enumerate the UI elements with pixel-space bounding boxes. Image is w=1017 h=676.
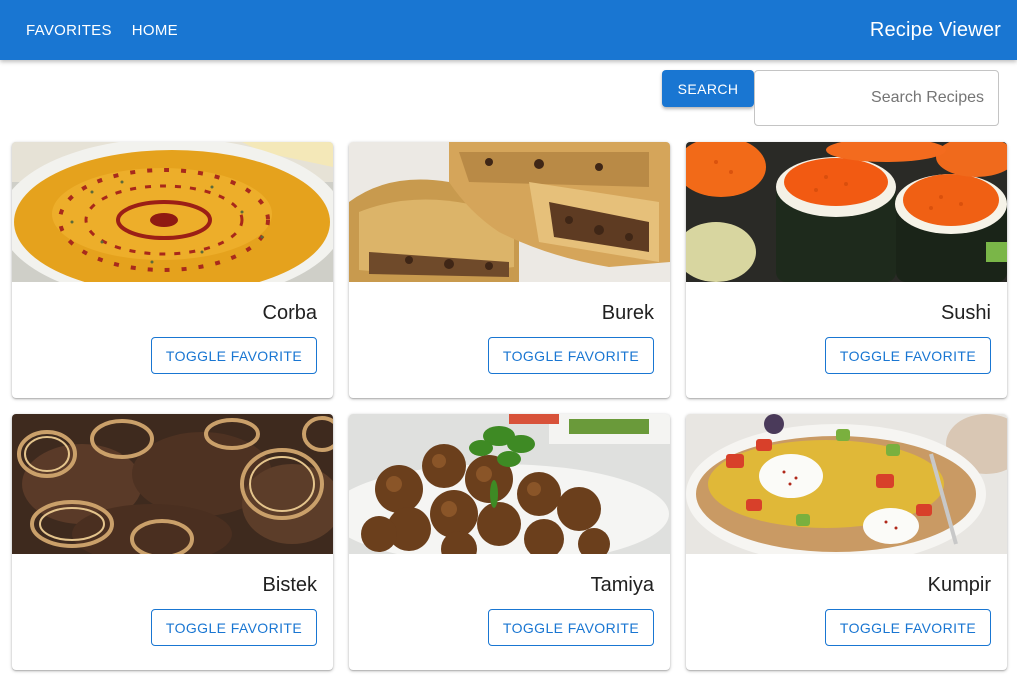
recipe-card: Corba TOGGLE FAVORITE — [12, 142, 333, 398]
toggle-favorite-button[interactable]: TOGGLE FAVORITE — [151, 609, 317, 646]
top-nav: FAVORITES HOME — [16, 14, 188, 47]
recipe-card: Burek TOGGLE FAVORITE — [349, 142, 670, 398]
recipe-image — [686, 142, 1007, 282]
recipe-image — [12, 414, 333, 554]
recipe-image — [349, 142, 670, 282]
recipe-name: Burek — [601, 302, 654, 324]
recipe-name: Bistek — [262, 574, 317, 596]
toggle-favorite-button[interactable]: TOGGLE FAVORITE — [825, 337, 991, 374]
search-field — [754, 70, 999, 126]
recipe-grid: Corba TOGGLE FAVORITE Burek TOGGLE FAVOR… — [12, 142, 1007, 670]
recipe-name: Kumpir — [927, 574, 991, 596]
recipe-card: Tamiya TOGGLE FAVORITE — [349, 414, 670, 670]
recipe-card: Bistek TOGGLE FAVORITE — [12, 414, 333, 670]
recipe-image — [349, 414, 670, 554]
recipe-card: Sushi TOGGLE FAVORITE — [686, 142, 1007, 398]
recipe-name: Sushi — [940, 302, 991, 324]
toggle-favorite-button[interactable]: TOGGLE FAVORITE — [825, 609, 991, 646]
recipe-image — [12, 142, 333, 282]
nav-home-link[interactable]: HOME — [122, 14, 188, 47]
search-input[interactable] — [755, 71, 998, 125]
toggle-favorite-button[interactable]: TOGGLE FAVORITE — [151, 337, 317, 374]
app-bar: FAVORITES HOME Recipe Viewer — [0, 0, 1017, 60]
recipe-image — [686, 414, 1007, 554]
search-button[interactable]: SEARCH — [662, 70, 754, 107]
toggle-favorite-button[interactable]: TOGGLE FAVORITE — [488, 609, 654, 646]
nav-favorites-link[interactable]: FAVORITES — [16, 14, 122, 47]
toggle-favorite-button[interactable]: TOGGLE FAVORITE — [488, 337, 654, 374]
recipe-card: Kumpir TOGGLE FAVORITE — [686, 414, 1007, 670]
recipe-name: Corba — [262, 302, 317, 324]
app-title: Recipe Viewer — [869, 18, 1001, 41]
recipe-name: Tamiya — [590, 574, 654, 596]
